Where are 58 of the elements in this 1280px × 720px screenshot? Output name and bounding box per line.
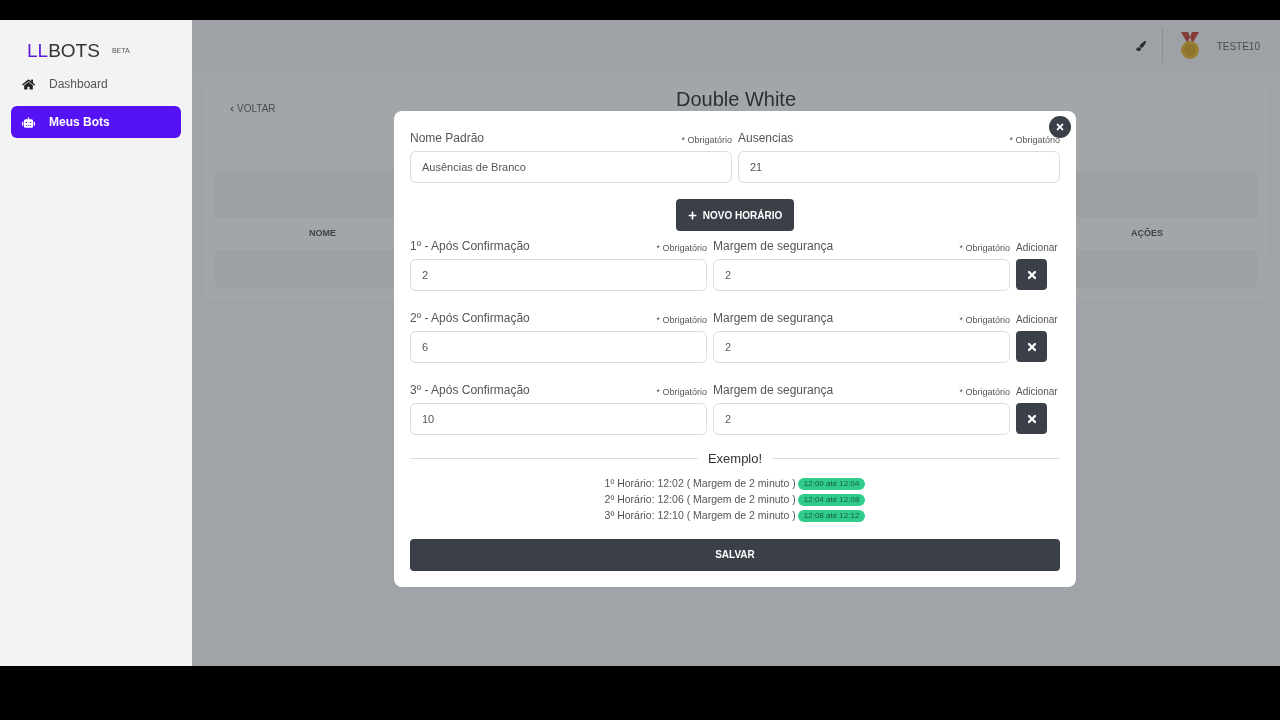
close-icon [1025,268,1038,281]
required-note: * Obrigatório [959,385,1010,399]
close-button[interactable] [1049,116,1071,138]
field-label: Nome Padrão [410,130,485,147]
input-field[interactable]: 2 [410,259,707,291]
brush-icon[interactable] [1135,41,1146,51]
field-label: Margem de segurança [713,382,834,399]
medal-icon [1178,32,1201,60]
sidebar-item[interactable]: Dashboard [11,68,181,100]
example-line: 1º Horário: 12:02 ( Margem de 2 minuto ) [604,475,796,491]
field-label: 1º - Após Confirmação [410,238,530,255]
column-header: AÇÕES [1130,227,1164,241]
input-field[interactable]: 6 [410,331,707,363]
close-icon [1025,412,1038,425]
required-note: * Obrigatório [656,385,707,399]
time-range-tag: 12:00 até 12:04 [797,477,866,490]
field-label: 2º - Após Confirmação [410,310,530,327]
field-label: Margem de segurança [713,310,834,327]
example-title: Exemplo! [707,450,763,468]
user-name: TESTE10 [1216,39,1260,54]
field-label: Adicionar [1016,385,1058,399]
time-range-tag: 12:04 até 12:08 [797,493,866,506]
example-line: 3º Horário: 12:10 ( Margem de 2 minuto ) [604,507,796,523]
required-note: * Obrigatório [1009,133,1060,147]
field-label: Adicionar [1016,313,1058,327]
save-button[interactable]: SALVAR [410,538,1060,571]
sidebar-item[interactable]: Meus Bots [11,106,181,138]
required-note: * Obrigatório [656,313,707,327]
required-note: * Obrigatório [656,241,707,255]
input-field[interactable]: 21 [738,151,1060,183]
field-label: Margem de segurança [713,238,834,255]
input-field[interactable]: 10 [410,403,707,435]
field-label: Ausencias [738,130,794,147]
close-icon [1025,340,1038,353]
required-note: * Obrigatório [959,241,1010,255]
remove-button[interactable] [1016,331,1047,362]
time-range-tag: 12:08 até 12:12 [797,509,866,522]
close-icon [1055,122,1065,132]
input-field[interactable]: 2 [713,331,1010,363]
input-field[interactable]: Ausências de Branco [410,151,732,183]
column-header: NOME [308,227,337,241]
plus-icon [687,210,697,220]
field-label: Adicionar [1016,241,1058,255]
input-field[interactable]: 2 [713,259,1010,291]
add-schedule-button[interactable]: NOVO HORÁRIO [675,199,795,231]
field-label: 3º - Após Confirmação [410,382,530,399]
required-note: * Obrigatório [959,313,1010,327]
example-line: 2º Horário: 12:06 ( Margem de 2 minuto ) [604,491,796,507]
robot-icon [22,115,35,129]
input-field[interactable]: 2 [713,403,1010,435]
page-title: Double White [675,88,797,110]
home-icon [22,77,35,91]
required-note: * Obrigatório [681,133,732,147]
back-link[interactable]: VOLTAR [229,101,276,116]
logo: LLBOTS [27,38,100,63]
chevron-left-icon [229,105,235,112]
remove-button[interactable] [1016,259,1047,290]
remove-button[interactable] [1016,403,1047,434]
